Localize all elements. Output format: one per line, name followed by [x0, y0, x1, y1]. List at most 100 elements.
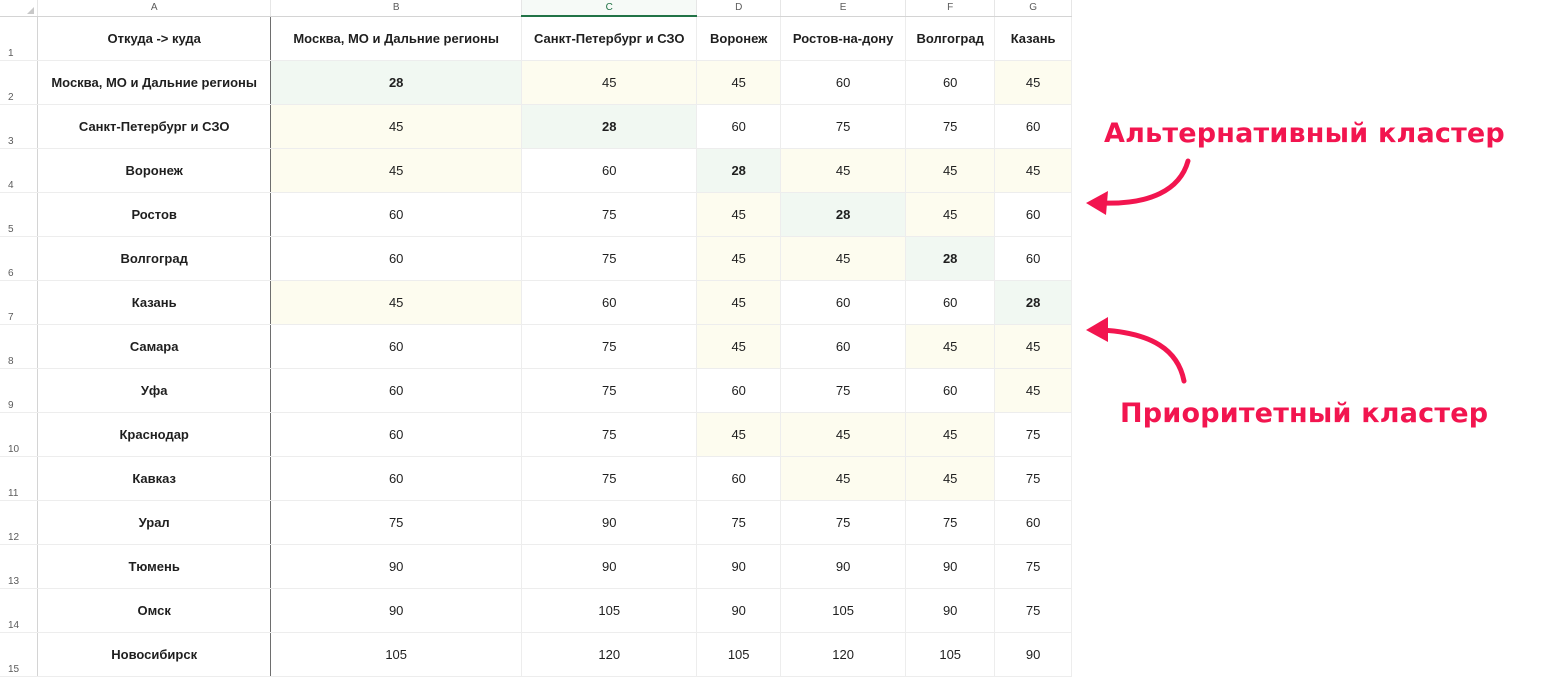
row-number[interactable]: 14 [0, 588, 39, 633]
value-cell[interactable]: 75 [994, 456, 1072, 501]
row-number[interactable]: 4 [0, 148, 39, 193]
row-number[interactable]: 15 [0, 632, 39, 677]
value-cell[interactable]: 28 [905, 236, 996, 281]
row-number[interactable]: 1 [0, 16, 39, 61]
value-cell[interactable]: 60 [270, 368, 523, 413]
value-cell[interactable]: 45 [905, 412, 996, 457]
value-cell[interactable]: 75 [994, 544, 1072, 589]
value-cell[interactable]: 60 [780, 324, 907, 369]
value-cell[interactable]: 60 [521, 148, 698, 193]
value-cell[interactable]: 60 [994, 104, 1072, 149]
value-cell[interactable]: 105 [780, 588, 907, 633]
value-cell[interactable]: 120 [780, 632, 907, 677]
value-cell[interactable]: 75 [994, 588, 1072, 633]
value-cell[interactable]: 90 [905, 544, 996, 589]
row-label-cell[interactable]: Урал [37, 500, 272, 545]
value-cell[interactable]: 90 [270, 588, 523, 633]
row-label-cell[interactable]: Волгоград [37, 236, 272, 281]
value-cell[interactable]: 45 [780, 236, 907, 281]
value-cell[interactable]: 75 [905, 104, 996, 149]
value-cell[interactable]: 60 [521, 280, 698, 325]
value-cell[interactable]: 60 [905, 280, 996, 325]
value-cell[interactable]: 75 [905, 500, 996, 545]
row-number[interactable]: 8 [0, 324, 39, 369]
value-cell[interactable]: 75 [994, 412, 1072, 457]
column-header-a[interactable]: A [37, 0, 272, 17]
row-label-cell[interactable]: Москва, МО и Дальние регионы [37, 60, 272, 105]
value-cell[interactable]: 60 [696, 104, 782, 149]
select-all-corner[interactable] [0, 0, 39, 17]
value-cell[interactable]: 45 [780, 412, 907, 457]
value-cell[interactable]: 45 [905, 192, 996, 237]
row-number[interactable]: 2 [0, 60, 39, 105]
column-header-d[interactable]: D [696, 0, 782, 17]
row-number[interactable]: 12 [0, 500, 39, 545]
value-cell[interactable]: 45 [994, 148, 1072, 193]
value-cell[interactable]: 60 [270, 324, 523, 369]
row-label-cell[interactable]: Воронеж [37, 148, 272, 193]
value-cell[interactable]: 120 [521, 632, 698, 677]
value-cell[interactable]: 75 [780, 500, 907, 545]
row-number[interactable]: 9 [0, 368, 39, 413]
value-cell[interactable]: 105 [521, 588, 698, 633]
value-cell[interactable]: 45 [521, 60, 698, 105]
value-cell[interactable]: 75 [521, 412, 698, 457]
value-cell[interactable]: 60 [270, 456, 523, 501]
value-cell[interactable]: 45 [270, 104, 523, 149]
value-cell[interactable]: 90 [905, 588, 996, 633]
row-number[interactable]: 5 [0, 192, 39, 237]
row-label-cell[interactable]: Кавказ [37, 456, 272, 501]
value-cell[interactable]: 45 [780, 148, 907, 193]
column-header-b[interactable]: B [270, 0, 523, 17]
value-cell[interactable]: 105 [905, 632, 996, 677]
spreadsheet-grid[interactable]: A B C D E F G 1 Откуда -> куда Москва, М… [0, 0, 1072, 690]
row-label-cell[interactable]: Казань [37, 280, 272, 325]
header-cell-from-to[interactable]: Откуда -> куда [37, 16, 272, 61]
row-number[interactable]: 3 [0, 104, 39, 149]
value-cell[interactable]: 90 [696, 544, 782, 589]
value-cell[interactable]: 75 [696, 500, 782, 545]
value-cell[interactable]: 28 [270, 60, 523, 105]
value-cell[interactable]: 60 [270, 236, 523, 281]
value-cell[interactable]: 45 [696, 60, 782, 105]
value-cell[interactable]: 75 [780, 368, 907, 413]
row-number[interactable]: 11 [0, 456, 39, 501]
value-cell[interactable]: 60 [994, 192, 1072, 237]
value-cell[interactable]: 60 [780, 60, 907, 105]
value-cell[interactable]: 60 [994, 236, 1072, 281]
value-cell[interactable]: 75 [521, 192, 698, 237]
row-number[interactable]: 7 [0, 280, 39, 325]
value-cell[interactable]: 60 [780, 280, 907, 325]
row-label-cell[interactable]: Новосибирск [37, 632, 272, 677]
header-cell-destination[interactable]: Воронеж [696, 16, 782, 61]
row-number[interactable]: 6 [0, 236, 39, 281]
value-cell[interactable]: 90 [696, 588, 782, 633]
row-number[interactable]: 10 [0, 412, 39, 457]
column-header-e[interactable]: E [780, 0, 907, 17]
value-cell[interactable]: 75 [521, 324, 698, 369]
value-cell[interactable]: 28 [780, 192, 907, 237]
value-cell[interactable]: 60 [696, 368, 782, 413]
value-cell[interactable]: 45 [905, 456, 996, 501]
value-cell[interactable]: 90 [994, 632, 1072, 677]
value-cell[interactable]: 45 [994, 368, 1072, 413]
value-cell[interactable]: 60 [994, 500, 1072, 545]
header-cell-destination[interactable]: Ростов-на-дону [780, 16, 907, 61]
value-cell[interactable]: 75 [521, 368, 698, 413]
value-cell[interactable]: 105 [270, 632, 523, 677]
value-cell[interactable]: 45 [905, 148, 996, 193]
column-header-c[interactable]: C [521, 0, 698, 17]
value-cell[interactable]: 60 [905, 60, 996, 105]
value-cell[interactable]: 105 [696, 632, 782, 677]
row-label-cell[interactable]: Краснодар [37, 412, 272, 457]
row-label-cell[interactable]: Тюмень [37, 544, 272, 589]
row-label-cell[interactable]: Уфа [37, 368, 272, 413]
row-label-cell[interactable]: Омск [37, 588, 272, 633]
value-cell[interactable]: 45 [696, 324, 782, 369]
value-cell[interactable]: 60 [905, 368, 996, 413]
value-cell[interactable]: 75 [780, 104, 907, 149]
value-cell[interactable]: 28 [994, 280, 1072, 325]
value-cell[interactable]: 45 [780, 456, 907, 501]
value-cell[interactable]: 45 [696, 236, 782, 281]
value-cell[interactable]: 90 [521, 500, 698, 545]
